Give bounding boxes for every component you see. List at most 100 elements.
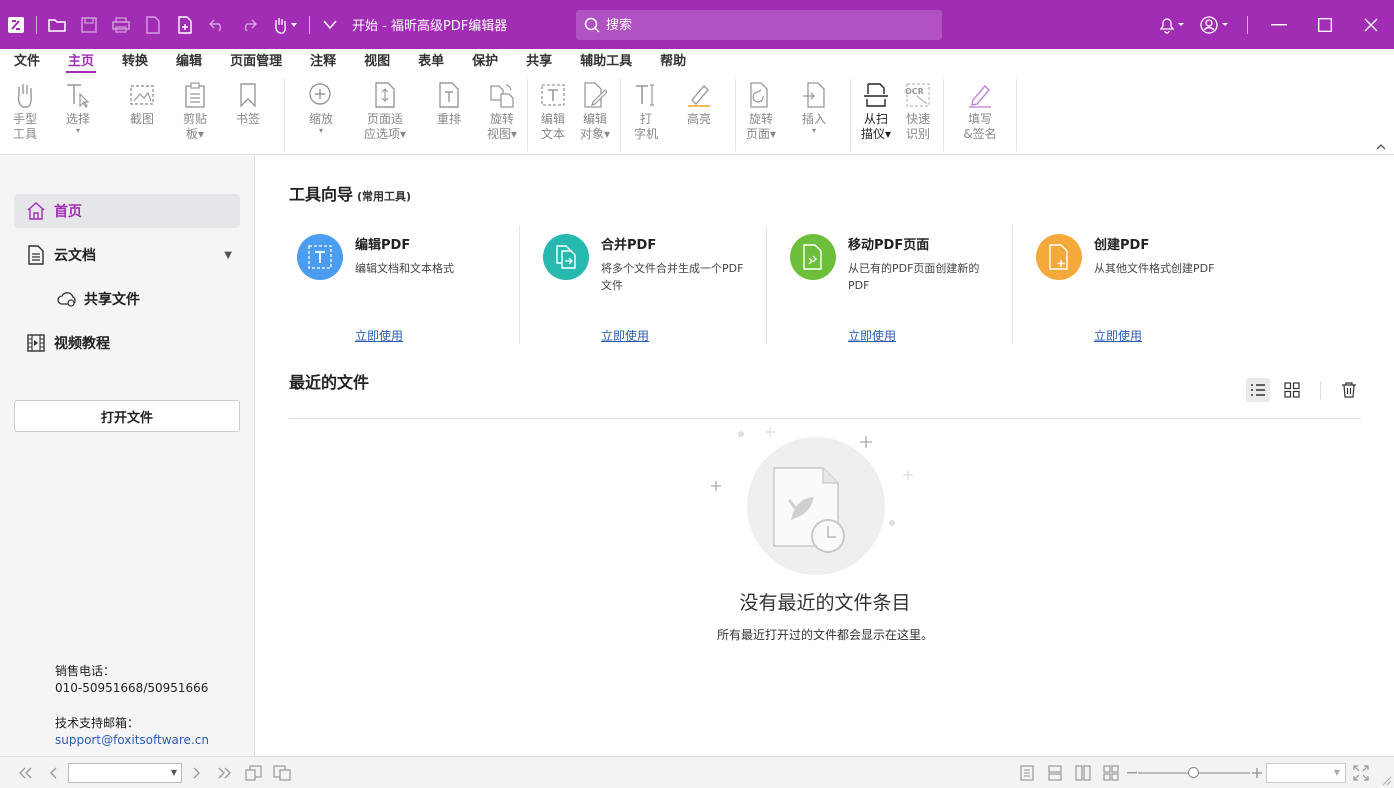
search-input[interactable] (606, 17, 906, 33)
tab-accessibility[interactable]: 辅助工具 (566, 49, 646, 75)
next-view-icon[interactable] (273, 764, 291, 782)
reflow-icon (435, 81, 463, 109)
tab-home[interactable]: 主页 (54, 49, 108, 75)
single-page-view-icon[interactable] (1018, 764, 1036, 782)
rotate-view-button[interactable]: 旋转 视图▾ (481, 75, 523, 142)
insert-label: 插入 (801, 112, 826, 126)
user-account-icon[interactable] (1191, 0, 1239, 49)
collapse-ribbon-icon[interactable] (1376, 143, 1386, 150)
grid-view-icon[interactable] (1280, 378, 1304, 402)
redo-icon[interactable] (233, 0, 265, 49)
bookmark-button[interactable]: 书签 (216, 75, 280, 127)
quick-ocr-button[interactable]: OCR 快速 识别 (897, 75, 939, 142)
use-now-link[interactable]: 立即使用 (355, 327, 403, 344)
last-page-icon[interactable] (216, 764, 234, 782)
first-page-icon[interactable] (16, 764, 34, 782)
bookmark-label: 书签 (235, 112, 260, 126)
zoom-in-icon (307, 81, 335, 109)
highlight-button[interactable]: 高亮 (667, 75, 731, 127)
typewriter-label: 打 字机 (633, 112, 658, 141)
fill-sign-button[interactable]: 填写 &签名 (948, 75, 1012, 142)
zoom-button[interactable]: 缩放 ▾ (289, 75, 353, 135)
tool-card-move-pdf-pages[interactable]: 移动PDF页面 从已有的PDF页面创建新的PDF 立即使用 (790, 226, 1036, 344)
fill-sign-label: 填写 &签名 (963, 112, 997, 141)
tool-card-create-pdf[interactable]: 创建PDF 从其他文件格式创建PDF 立即使用 (1036, 226, 1282, 344)
edit-text-button[interactable]: 编辑 文本 (532, 75, 574, 142)
nav-home[interactable]: 首页 (14, 194, 240, 228)
tab-help[interactable]: 帮助 (646, 49, 700, 75)
tab-form[interactable]: 表单 (404, 49, 458, 75)
tab-protect[interactable]: 保护 (458, 49, 512, 75)
zoom-slider-thumb[interactable] (1188, 767, 1199, 778)
notification-bell-icon[interactable] (1153, 0, 1191, 49)
next-page-icon[interactable] (188, 764, 206, 782)
previous-view-icon[interactable] (245, 764, 263, 782)
sales-phone-label: 销售电话： (55, 664, 116, 678)
nav-cloud-docs-label: 云文档 (54, 248, 96, 264)
new-document-icon[interactable] (169, 0, 201, 49)
recent-files-divider (289, 418, 1361, 419)
use-now-link[interactable]: 立即使用 (1094, 327, 1142, 344)
tab-page-management[interactable]: 页面管理 (216, 49, 296, 75)
hand-tool-icon[interactable] (265, 0, 305, 49)
ribbon-separator (735, 79, 736, 151)
open-folder-icon[interactable] (41, 0, 73, 49)
nav-video-tutorials[interactable]: 视频教程 (14, 326, 240, 360)
tab-convert[interactable]: 转换 (108, 49, 162, 75)
export-icon[interactable] (137, 0, 169, 49)
nav-shared-files[interactable]: 共享文件 (14, 282, 240, 316)
resize-grip-icon[interactable] (1382, 776, 1392, 786)
app-logo-icon[interactable] (0, 0, 32, 49)
support-email-link[interactable]: support@foxitsoftware.cn (55, 732, 209, 749)
zoom-in-plus-icon[interactable] (1248, 764, 1266, 782)
close-icon[interactable] (1348, 0, 1394, 49)
move-pages-icon (790, 234, 836, 280)
previous-page-icon[interactable] (44, 764, 62, 782)
tab-file[interactable]: 文件 (0, 49, 54, 75)
zoom-level-input[interactable]: ▼ (1266, 763, 1346, 783)
list-view-icon[interactable] (1246, 378, 1270, 402)
tool-card-merge-pdf[interactable]: 合并PDF 将多个文件合并生成一个PDF文件 立即使用 (543, 226, 789, 344)
fit-page-button[interactable]: 页面适 应选项▾ (353, 75, 417, 142)
tab-share[interactable]: 共享 (512, 49, 566, 75)
tool-card-edit-pdf[interactable]: 编辑PDF 编辑文档和文本格式 立即使用 (297, 226, 543, 344)
clipboard-icon (181, 81, 209, 109)
save-icon[interactable] (73, 0, 105, 49)
select-button[interactable]: 选择 ▾ (46, 75, 110, 135)
facing-view-icon[interactable] (1074, 764, 1092, 782)
clipboard-label: 剪贴 板▾ (182, 112, 207, 141)
maximize-icon[interactable] (1302, 0, 1348, 49)
insert-page-icon (800, 81, 828, 109)
print-icon[interactable] (105, 0, 137, 49)
typewriter-icon (632, 81, 660, 109)
continuous-view-icon[interactable] (1046, 764, 1064, 782)
undo-icon[interactable] (201, 0, 233, 49)
open-file-button[interactable]: 打开文件 (14, 400, 240, 432)
page-number-input[interactable]: ▼ (68, 763, 182, 783)
trash-icon[interactable] (1337, 378, 1361, 402)
use-now-link[interactable]: 立即使用 (848, 327, 896, 344)
quick-access-dropdown-icon[interactable] (314, 0, 346, 49)
screenshot-button[interactable]: 截图 (110, 75, 174, 127)
edit-pdf-icon (297, 234, 343, 280)
rotate-page-icon (747, 81, 775, 109)
minimize-icon[interactable] (1256, 0, 1302, 49)
fullscreen-icon[interactable] (1352, 764, 1370, 782)
from-scanner-button[interactable]: 从扫 描仪▾ (855, 75, 897, 142)
hand-tool-button[interactable]: 手型 工具 (4, 75, 46, 142)
tab-comment[interactable]: 注释 (296, 49, 350, 75)
typewriter-button[interactable]: 打 字机 (625, 75, 667, 142)
insert-button[interactable]: 插入 ▾ (782, 75, 846, 135)
toolbar-separator (1320, 381, 1321, 399)
clipboard-button[interactable]: 剪贴 板▾ (174, 75, 216, 142)
reflow-button[interactable]: 重排 (417, 75, 481, 127)
tab-view[interactable]: 视图 (350, 49, 404, 75)
continuous-facing-view-icon[interactable] (1102, 764, 1120, 782)
rotate-page-button[interactable]: 旋转 页面▾ (740, 75, 782, 142)
edit-object-button[interactable]: 编辑 对象▾ (574, 75, 616, 142)
tab-edit[interactable]: 编辑 (162, 49, 216, 75)
nav-cloud-docs[interactable]: 云文档 ▼ (14, 238, 240, 272)
use-now-link[interactable]: 立即使用 (601, 327, 649, 344)
chevron-down-icon[interactable]: ▼ (224, 250, 232, 261)
search-box[interactable] (576, 10, 942, 40)
